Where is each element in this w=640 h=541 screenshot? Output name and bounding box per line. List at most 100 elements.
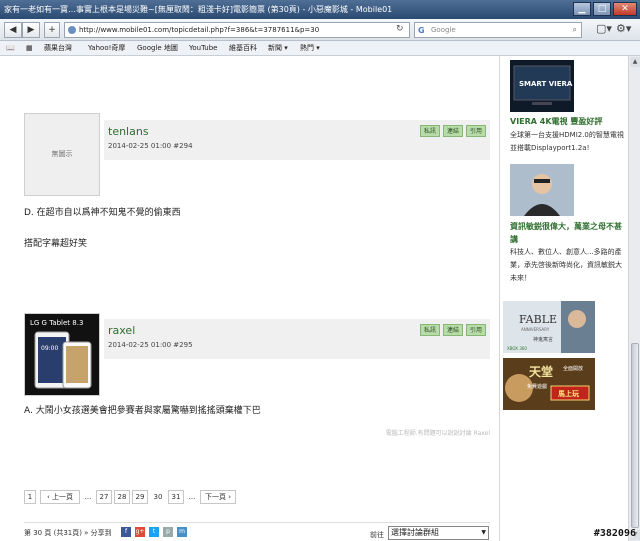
post-signature: 電腦工程師.有問題可以說說討論 Raxel xyxy=(385,430,490,437)
page-ellipsis: ... xyxy=(186,490,198,504)
bookmark-item[interactable]: 維基百科 xyxy=(229,41,257,55)
post-body-line: D. 在超市自以爲神不知鬼不覺的偷東西 xyxy=(24,208,181,218)
url-text: http://www.mobile01.com/topicdetail.php?… xyxy=(79,26,320,34)
lg-tablet-avatar-icon: LG G Tablet 8.3 09:00 xyxy=(25,314,99,395)
back-button[interactable]: ◀ xyxy=(4,22,22,38)
link-button[interactable]: 連結 xyxy=(443,324,463,336)
avatar-image[interactable]: LG G Tablet 8.3 09:00 xyxy=(24,313,100,396)
minimize-button[interactable]: ▁ xyxy=(573,2,591,16)
svg-text:全面開放: 全面開放 xyxy=(563,365,583,372)
watermark-id: #382096 xyxy=(593,528,636,539)
scrollbar-thumb[interactable] xyxy=(631,343,639,528)
svg-text:09:00: 09:00 xyxy=(41,345,58,352)
close-button[interactable]: ✕ xyxy=(613,2,637,16)
column-divider xyxy=(499,56,500,541)
reload-icon[interactable]: ↻ xyxy=(396,24,404,34)
private-message-button[interactable]: 私訊 xyxy=(420,125,440,137)
page-next-link[interactable]: 下一頁 › xyxy=(200,490,236,504)
quote-button[interactable]: 引用 xyxy=(466,324,486,336)
svg-text:SMART VIERA: SMART VIERA xyxy=(519,80,573,88)
svg-text:ANNIVERSARY: ANNIVERSARY xyxy=(521,327,550,332)
bookmarks-bar: 📖 ▦ 蘋果台灣 Yahoo!奇摩 Google 地圖 YouTube 維基百科… xyxy=(0,41,640,56)
sidebar-item-title[interactable]: VIERA 4K電視 豐盈好評 xyxy=(510,116,602,127)
post-header: raxel 2014-02-25 01:00 #295 私訊 連結 引用 xyxy=(104,319,490,359)
page-current: 30 xyxy=(150,490,166,504)
quote-button[interactable]: 引用 xyxy=(466,125,486,137)
google-icon: G xyxy=(418,26,425,35)
post-header: tenlans 2014-02-25 01:00 #294 私訊 連結 引用 xyxy=(104,120,490,160)
maximize-button[interactable]: □ xyxy=(593,2,611,16)
post-body-line: 搭配字幕超好笑 xyxy=(24,239,88,249)
search-input[interactable]: G Google ⌕ xyxy=(414,22,582,38)
twitter-share-icon[interactable]: t xyxy=(149,527,159,537)
person-photo-icon xyxy=(510,164,574,216)
sidebar-item-desc: 科技人、數位人、創意人...多路的產業，承先啓後新時尚化，資訊敏鋭大未來！ xyxy=(510,248,622,282)
post-meta: 2014-02-25 01:00 #294 xyxy=(108,142,193,150)
gear-icon[interactable]: ⚙▾ xyxy=(616,22,631,35)
post-author[interactable]: raxel xyxy=(108,324,135,337)
goto-label: 前往 xyxy=(370,531,384,539)
forum-post: LG G Tablet 8.3 09:00 raxel 2014-02-25 0… xyxy=(24,313,490,443)
svg-text:LG G Tablet 8.3: LG G Tablet 8.3 xyxy=(30,319,83,327)
page-link[interactable]: 29 xyxy=(132,490,148,504)
page-first-link[interactable]: 1 xyxy=(24,490,36,504)
svg-text:FABLE: FABLE xyxy=(519,313,557,326)
plurk-share-icon[interactable]: p xyxy=(163,527,173,537)
add-bookmark-button[interactable]: + xyxy=(44,22,60,38)
lineage-ad-art: 天堂 全面開放 馬上玩 免費遊戲 xyxy=(503,358,595,410)
post-meta: 2014-02-25 01:00 #295 xyxy=(108,341,193,349)
bookmarks-book-icon[interactable]: 📖 xyxy=(6,41,15,55)
forum-jump-value: 選擇討論群組 xyxy=(391,528,439,537)
link-button[interactable]: 連結 xyxy=(443,125,463,137)
avatar-placeholder[interactable]: 無圖示 xyxy=(24,113,100,196)
page-ellipsis: ... xyxy=(82,490,94,504)
forward-button[interactable]: ▶ xyxy=(22,22,40,38)
page-content: 無圖示 tenlans 2014-02-25 01:00 #294 私訊 連結 … xyxy=(0,56,628,541)
footer-divider xyxy=(24,522,490,523)
top-sites-grid-icon[interactable]: ▦ xyxy=(26,41,33,55)
page-menu-icon[interactable]: ▢▾ xyxy=(596,22,612,35)
sidebar-item-desc: 全球第一台支援HDMI2.0的智慧電視並搭載Displayport1.2a! xyxy=(510,131,624,152)
svg-text:天堂: 天堂 xyxy=(529,364,553,379)
bookmark-item[interactable]: 新聞 ▾ xyxy=(268,41,288,55)
page-info: 第 30 頁 (共31頁) » 分享到 xyxy=(24,529,112,537)
page-link[interactable]: 27 xyxy=(96,490,112,504)
private-message-button[interactable]: 私訊 xyxy=(420,324,440,336)
mail-share-icon[interactable]: m xyxy=(177,527,187,537)
svg-text:神鬼寓言: 神鬼寓言 xyxy=(533,336,553,343)
lineage-ad-banner[interactable]: 天堂 全面開放 馬上玩 免費遊戲 xyxy=(503,358,595,410)
search-placeholder: Google xyxy=(431,26,456,34)
address-bar[interactable]: http://www.mobile01.com/topicdetail.php?… xyxy=(64,22,410,38)
fable-ad-art: FABLE ANNIVERSARY 神鬼寓言 XBOX 360 xyxy=(503,301,595,353)
svg-text:馬上玩: 馬上玩 xyxy=(558,389,579,398)
search-icon[interactable]: ⌕ xyxy=(573,23,577,37)
svg-text:XBOX 360: XBOX 360 xyxy=(507,346,527,351)
svg-text:免費遊戲: 免費遊戲 xyxy=(527,383,547,390)
vertical-scrollbar[interactable]: ▲ ▼ xyxy=(628,56,640,541)
post-body-line: A. 大鬧小女孩選美會把參賽者與家屬驚嚇到搖搖頭棄權下巴 xyxy=(24,406,261,416)
page-prev-link[interactable]: ‹ 上一頁 xyxy=(40,490,80,504)
globe-icon xyxy=(68,26,76,34)
bookmark-item[interactable]: Yahoo!奇摩 xyxy=(88,41,125,55)
sidebar-thumbnail[interactable]: SMART VIERA xyxy=(510,60,574,112)
page-link[interactable]: 28 xyxy=(114,490,130,504)
facebook-share-icon[interactable]: f xyxy=(121,527,131,537)
forum-post: 無圖示 tenlans 2014-02-25 01:00 #294 私訊 連結 … xyxy=(24,113,490,249)
window-title: 家有一老如有一寶…事實上根本是場災難~[無厘取鬧：粗淺卡好]電影簡票 (第30頁… xyxy=(4,5,393,14)
googleplus-share-icon[interactable]: g+ xyxy=(135,527,145,537)
bookmark-item[interactable]: 熱門 ▾ xyxy=(300,41,320,55)
page-link[interactable]: 31 xyxy=(168,490,184,504)
navigation-toolbar: ◀ ▶ + http://www.mobile01.com/topicdetai… xyxy=(0,19,640,41)
sidebar-thumbnail[interactable] xyxy=(510,164,574,216)
fable-ad-banner[interactable]: FABLE ANNIVERSARY 神鬼寓言 XBOX 360 xyxy=(503,301,595,353)
scroll-up-arrow-icon[interactable]: ▲ xyxy=(630,57,640,67)
window-titlebar: 家有一老如有一寶…事實上根本是場災難~[無厘取鬧：粗淺卡好]電影簡票 (第30頁… xyxy=(0,0,640,19)
bookmark-item[interactable]: YouTube xyxy=(189,41,217,55)
tv-icon: SMART VIERA xyxy=(510,60,574,112)
bookmark-item[interactable]: Google 地圖 xyxy=(137,41,178,55)
sidebar-item-title[interactable]: 資訊敏鋭很偉大，萬業之母不甚講 xyxy=(510,220,626,246)
forum-jump-select[interactable]: 選擇討論群組 ▼ xyxy=(388,526,489,540)
post-author[interactable]: tenlans xyxy=(108,125,149,138)
chevron-down-icon: ▼ xyxy=(481,529,486,536)
bookmark-item[interactable]: 蘋果台灣 xyxy=(44,41,72,55)
